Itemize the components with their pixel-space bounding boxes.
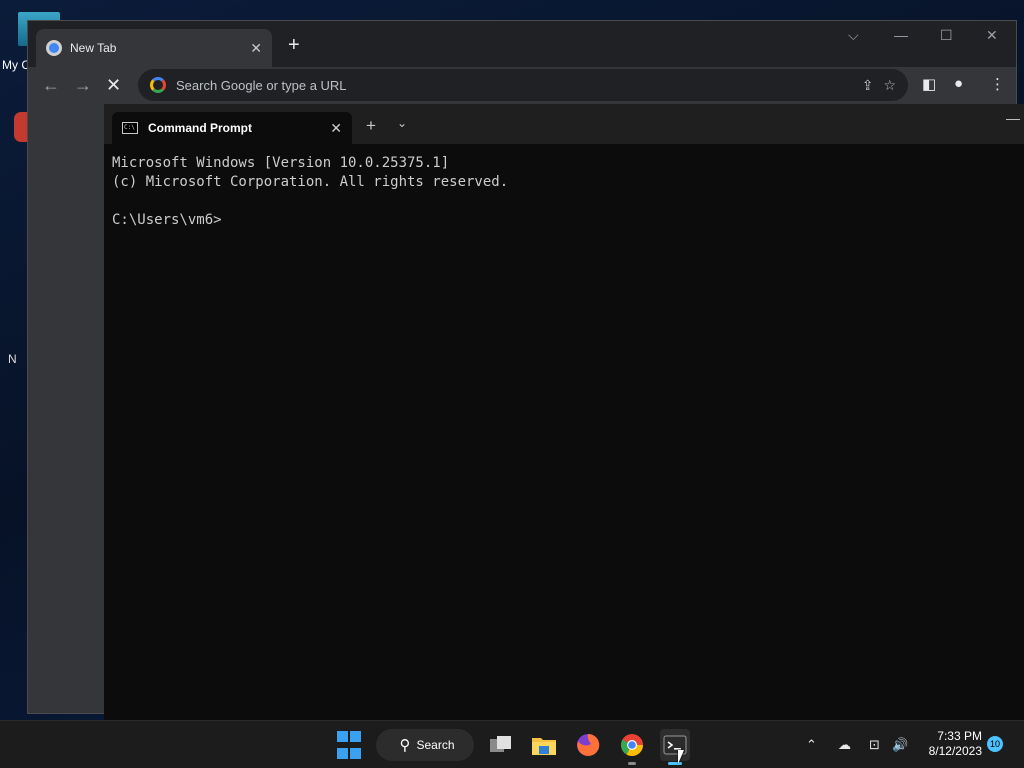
desktop-icon-label: My C <box>2 58 30 72</box>
share-icon[interactable]: ⇪ <box>862 77 874 94</box>
chrome-tab-title: New Tab <box>70 41 117 55</box>
start-button-windows-icon[interactable] <box>336 729 362 761</box>
terminal-tab-title: Command Prompt <box>148 121 253 135</box>
volume-icon[interactable]: 🔊 <box>892 737 908 753</box>
network-icon[interactable]: ⊡ <box>869 737 880 753</box>
chrome-taskbar-icon[interactable] <box>617 729 647 765</box>
onedrive-icon[interactable]: ☁ <box>838 737 851 753</box>
back-arrow-icon[interactable]: ← <box>42 75 60 96</box>
chrome-new-tab-button[interactable]: + <box>288 34 300 57</box>
omnibox[interactable]: ⇪ ☆ <box>138 69 908 101</box>
taskbar: ⚲ Search ⌃ ☁ ⊡ 🔊 7:33 PM 8/12/2023 <box>0 720 1024 768</box>
file-explorer-icon[interactable] <box>529 729 559 761</box>
chrome-tab-new-tab[interactable]: New Tab ✕ <box>36 29 272 67</box>
chrome-favicon-icon <box>46 40 62 56</box>
forward-arrow-icon[interactable]: → <box>74 75 92 96</box>
desktop: { "desktop": { "partial_label": "My C", … <box>0 0 1024 768</box>
terminal-tab-command-prompt[interactable]: C:\ Command Prompt ✕ <box>112 112 352 144</box>
chrome-tab-search-icon[interactable]: ⌵ <box>848 27 859 44</box>
windows-logo-pane <box>350 731 361 742</box>
terminal-tab-close-icon[interactable]: ✕ <box>330 120 342 137</box>
notification-count-badge[interactable]: 10 <box>987 736 1003 752</box>
terminal-new-tab-button[interactable]: + <box>366 116 376 136</box>
terminal-taskbar-icon[interactable] <box>660 729 690 765</box>
taskbar-search-label: Search <box>416 738 455 752</box>
search-icon: ⚲ <box>399 737 411 754</box>
app-running-indicator <box>628 762 636 765</box>
chrome-menu-icon[interactable]: ⋮ <box>990 75 1005 93</box>
windows-logo-pane <box>337 731 348 742</box>
chrome-toolbar: ← → ✕ ⇪ ☆ ◧ ● ⋮ <box>28 67 1016 105</box>
chrome-tab-close-icon[interactable]: ✕ <box>250 40 262 57</box>
chrome-minimize-button[interactable]: — <box>894 27 908 43</box>
terminal-window: C:\ Command Prompt ✕ + ⌄ — Microsoft Win… <box>104 104 1024 720</box>
firefox-icon[interactable] <box>573 729 603 761</box>
windows-logo-pane <box>350 748 361 759</box>
chrome-maximize-button[interactable]: ☐ <box>940 27 953 44</box>
terminal-dropdown-chevron-icon[interactable]: ⌄ <box>397 116 407 130</box>
chrome-close-button[interactable]: ✕ <box>986 27 998 44</box>
desktop-icon-label-partial: N <box>8 352 17 366</box>
windows-logo-pane <box>337 748 348 759</box>
command-prompt-icon: C:\ <box>122 122 138 134</box>
profile-icon[interactable]: ● <box>954 75 963 92</box>
desktop-app-icon[interactable] <box>14 112 28 142</box>
mouse-cursor-icon <box>678 750 684 764</box>
side-panel-icon[interactable]: ◧ <box>922 75 936 93</box>
task-view-icon[interactable] <box>486 729 516 761</box>
terminal-minimize-button[interactable]: — <box>1006 110 1020 126</box>
clock-date: 8/12/2023 <box>928 744 982 758</box>
stop-loading-icon[interactable]: ✕ <box>106 75 121 96</box>
taskbar-clock[interactable]: 7:33 PM 8/12/2023 <box>916 729 982 759</box>
google-logo-icon <box>150 77 166 93</box>
omnibox-input[interactable] <box>176 77 852 93</box>
bookmark-star-icon[interactable]: ☆ <box>883 77 896 94</box>
taskbar-search-button[interactable]: ⚲ Search <box>376 729 474 761</box>
terminal-output[interactable]: Microsoft Windows [Version 10.0.25375.1]… <box>112 154 1016 712</box>
show-hidden-icons-chevron-icon[interactable]: ⌃ <box>806 737 817 753</box>
clock-time: 7:33 PM <box>937 729 982 743</box>
terminal-titlebar[interactable]: C:\ Command Prompt ✕ + ⌄ — <box>104 104 1024 144</box>
chrome-titlebar[interactable]: New Tab ✕ + ⌵ — ☐ ✕ <box>28 21 1016 67</box>
